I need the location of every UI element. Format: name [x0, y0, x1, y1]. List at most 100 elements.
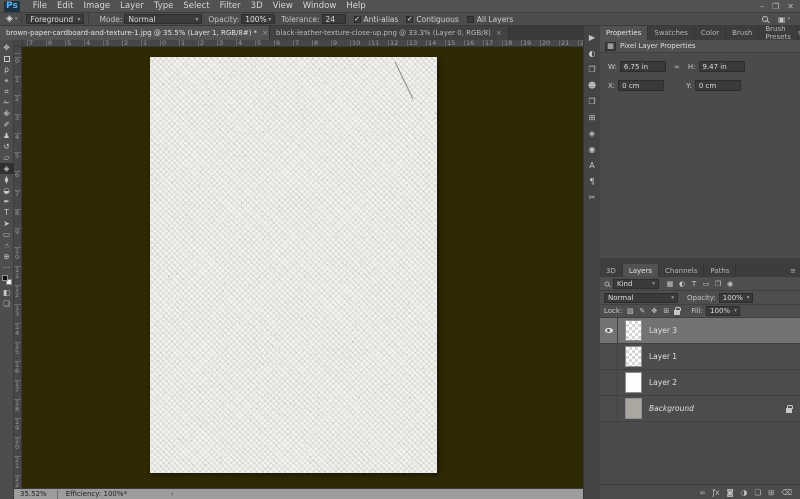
tab-properties[interactable]: Properties [600, 26, 648, 40]
canvas-area[interactable] [22, 47, 583, 488]
info-icon[interactable]: ⊞ [585, 110, 600, 125]
libraries-icon[interactable]: ☻ [585, 78, 600, 93]
tool-paint-bucket[interactable]: ◈ [0, 163, 14, 174]
filter-smart-object-icon[interactable]: ❐ [713, 280, 723, 288]
clone-source-icon[interactable]: ❒ [585, 94, 600, 109]
menu-type[interactable]: Type [149, 1, 179, 11]
tool-blur[interactable]: ⧫ [0, 174, 14, 185]
tool-lasso[interactable]: ρ [0, 64, 14, 75]
tool-zoom[interactable]: ⊕ [0, 251, 14, 262]
opacity-select[interactable]: 100% ▾ [241, 14, 275, 24]
delete-layer-icon[interactable]: ⌫ [781, 488, 792, 497]
filter-shape-icon[interactable]: ▭ [701, 280, 711, 288]
tool-history-brush[interactable]: ↺ [0, 141, 14, 152]
tab-brush[interactable]: Brush [726, 26, 759, 40]
adjustments-icon[interactable]: ◐ [585, 46, 600, 61]
filter-kind-select[interactable]: Kind ▾ [613, 279, 659, 289]
tool-move[interactable]: ✥ [0, 42, 14, 53]
close-icon[interactable]: × [496, 29, 502, 37]
tool-dodge[interactable]: ◒ [0, 185, 14, 196]
tool-screen-mode[interactable]: ❏ [0, 298, 14, 309]
minimize-button[interactable]: – [760, 2, 764, 11]
link-layers-icon[interactable]: ∞ [699, 488, 705, 497]
tool-rectangular-marquee[interactable] [0, 53, 14, 64]
menu-view[interactable]: View [268, 1, 298, 11]
horizontal-ruler[interactable]: 7654321012345678910111213141516171819202… [14, 40, 583, 47]
tool-edit-toolbar[interactable]: ⋯ [0, 262, 14, 273]
close-icon[interactable]: × [262, 29, 268, 37]
fill-source-select[interactable]: Foreground ▾ [26, 14, 84, 24]
filter-pixel-icon[interactable]: ▦ [665, 280, 675, 288]
lock-transparency-icon[interactable]: ▨ [625, 307, 635, 315]
menu-file[interactable]: File [28, 1, 52, 11]
tool-preset-picker[interactable]: ◈ ▾ [6, 14, 17, 24]
y-field[interactable]: 0 cm [695, 80, 741, 91]
lock-pixels-icon[interactable]: ✎ [637, 307, 647, 315]
workspace-switcher[interactable]: ▣ ▾ [778, 15, 790, 24]
layer-thumbnail[interactable] [625, 398, 642, 419]
tool-crop[interactable]: ⌗ [0, 86, 14, 97]
visibility-toggle[interactable] [600, 344, 618, 370]
tab-channels[interactable]: Channels [659, 264, 704, 277]
tab-3d[interactable]: 3D [600, 264, 623, 277]
status-chevron[interactable]: › [171, 490, 174, 498]
filter-toggle-icon[interactable]: ◉ [725, 280, 735, 288]
tool-color-swatches[interactable] [0, 273, 14, 287]
tab-swatches[interactable]: Swatches [648, 26, 694, 40]
tool-clone-stamp[interactable]: ♟ [0, 130, 14, 141]
vertical-ruler[interactable]: 01234567891 01 11 21 31 41 51 61 71 81 9… [14, 47, 22, 488]
tool-hand[interactable]: ☝ [0, 240, 14, 251]
tool-type[interactable]: T [0, 207, 14, 218]
tab-brush-presets[interactable]: Brush Presets [759, 26, 797, 40]
layer-row-layer1[interactable]: Layer 1 [600, 344, 800, 370]
layer-row-layer3[interactable]: Layer 3 [600, 318, 800, 344]
zoom-level[interactable]: 35.52% [14, 490, 53, 498]
lock-all-icon[interactable] [674, 310, 680, 315]
link-dimensions-icon[interactable]: ∞ [669, 63, 685, 71]
tool-spot-healing-brush[interactable]: ✙ [0, 108, 14, 119]
timeline-icon[interactable]: ✂ [585, 190, 600, 205]
tool-path-selection[interactable]: ➤ [0, 218, 14, 229]
document-image[interactable] [150, 57, 437, 473]
checkbox-all-layers[interactable]: All Layers [467, 15, 514, 24]
checkbox-anti-alias[interactable]: ✓Anti-alias [354, 15, 399, 24]
x-field[interactable]: 0 cm [618, 80, 664, 91]
tolerance-input[interactable]: 24 [322, 14, 346, 24]
layer-row-background[interactable]: Background [600, 396, 800, 422]
tab-color[interactable]: Color [695, 26, 726, 40]
menu-help[interactable]: Help [341, 1, 370, 11]
tool-quick-selection[interactable]: ⌖ [0, 75, 14, 86]
width-field[interactable]: 6.75 in [620, 61, 666, 72]
close-button[interactable]: ✕ [787, 2, 794, 11]
tab-paths[interactable]: Paths [704, 264, 736, 277]
restore-button[interactable]: ❐ [772, 2, 779, 11]
new-group-icon[interactable]: ❏ [754, 488, 761, 497]
visibility-toggle[interactable] [600, 396, 618, 422]
menu-select[interactable]: Select [178, 1, 214, 11]
menu-image[interactable]: Image [79, 1, 116, 11]
menu-layer[interactable]: Layer [115, 1, 149, 11]
menu-3d[interactable]: 3D [246, 1, 268, 11]
tool-eyedropper[interactable]: ✁ [0, 97, 14, 108]
checkbox-contiguous[interactable]: ✓Contiguous [406, 15, 458, 24]
lock-artboard-icon[interactable]: ⊞ [661, 307, 671, 315]
character-icon[interactable]: A [585, 158, 600, 173]
tool-brush[interactable]: ✐ [0, 119, 14, 130]
navigator-icon[interactable]: ◉ [585, 142, 600, 157]
lock-position-icon[interactable]: ✥ [649, 307, 659, 315]
fill-select[interactable]: 100% ▾ [706, 306, 740, 316]
filter-adjustment-icon[interactable]: ◐ [677, 280, 687, 288]
new-layer-icon[interactable]: ⊞ [768, 488, 774, 497]
filter-type-icon[interactable]: T [689, 280, 699, 288]
layer-effects-icon[interactable]: ƒx [712, 488, 719, 497]
layer-thumbnail[interactable] [625, 320, 642, 341]
paragraph-icon[interactable]: ¶ [585, 174, 600, 189]
visibility-toggle[interactable] [600, 370, 618, 396]
layer-thumbnail[interactable] [625, 346, 642, 367]
tool-rectangle-shape[interactable]: ▭ [0, 229, 14, 240]
layers-opacity-select[interactable]: 100% ▾ [719, 293, 753, 303]
tool-eraser[interactable]: ▱ [0, 152, 14, 163]
panel-menu-icon[interactable]: ≡ [790, 264, 800, 277]
tool-quick-mask[interactable]: ◧ [0, 287, 14, 298]
add-layer-mask-icon[interactable]: ◙ [727, 488, 734, 497]
